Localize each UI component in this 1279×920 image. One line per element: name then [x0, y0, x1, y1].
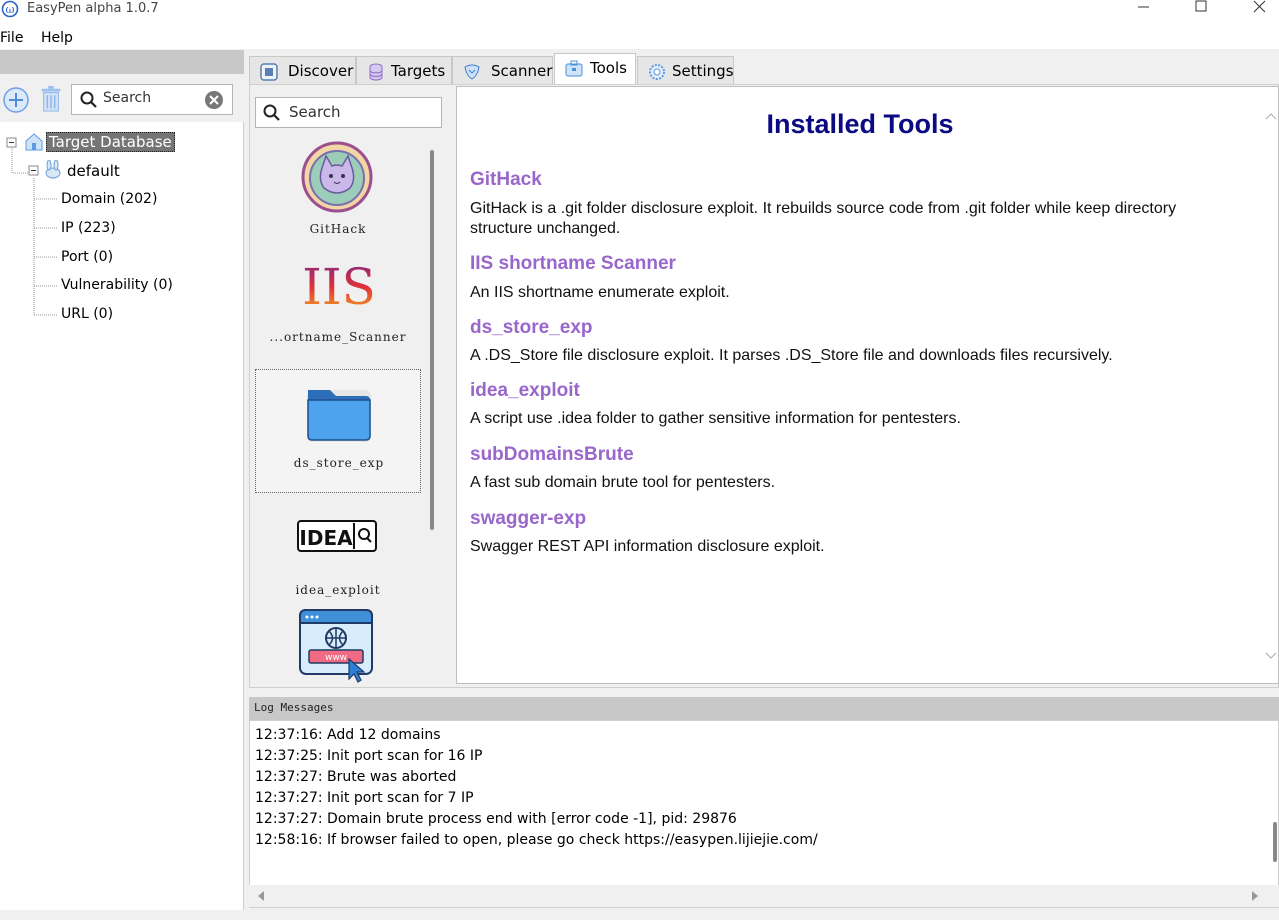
tool-item-ds-store-exp[interactable]: ds_store_exp	[255, 369, 421, 493]
search-icon	[263, 104, 280, 121]
detail-tool-desc-idea: A script use .idea folder to gather sens…	[470, 410, 961, 427]
menu-file[interactable]: File	[0, 29, 23, 47]
log-vertical-scrollbar[interactable]	[1273, 822, 1277, 862]
scroll-down-icon[interactable]	[1265, 651, 1277, 661]
www-browser-icon: www	[299, 609, 373, 683]
maximize-icon[interactable]	[1172, 0, 1232, 20]
scroll-left-icon[interactable]	[257, 891, 265, 901]
detail-tool-desc-iis: An IIS shortname enumerate exploit.	[470, 284, 730, 301]
search-placeholder: Search	[103, 90, 152, 106]
tree-item-url[interactable]: URL (0)	[61, 301, 113, 327]
log-line: 12:37:25: Init port scan for 16 IP	[255, 748, 483, 764]
detail-tool-desc-ds-store: A .DS_Store file disclosure exploit. It …	[470, 347, 1113, 364]
detail-tool-desc-githack: GitHack is a .git folder disclosure expl…	[470, 200, 1177, 237]
log-messages-panel: 12:37:16: Add 12 domains 12:37:25: Init …	[249, 720, 1279, 908]
rabbit-project-icon	[45, 160, 61, 179]
target-search-input[interactable]: Search	[71, 84, 233, 115]
tree-project-default[interactable]: default	[67, 158, 120, 184]
tools-detail-panel: Installed Tools GitHack GitHack is a .gi…	[456, 86, 1279, 684]
add-icon[interactable]	[3, 87, 29, 113]
detail-tool-name-swagger: swagger-exp	[470, 508, 587, 529]
detail-tool-name-iis: IIS shortname Scanner	[470, 253, 676, 274]
discover-icon	[260, 63, 278, 81]
log-line: 12:58:16: If browser failed to open, ple…	[255, 832, 818, 848]
log-line: 12:37:27: Brute was aborted	[255, 769, 457, 785]
clear-search-icon[interactable]	[204, 90, 224, 110]
log-horizontal-scrollbar[interactable]	[249, 885, 1279, 907]
tree-item-domain[interactable]: Domain (202)	[61, 186, 157, 212]
gear-icon	[649, 64, 665, 80]
tab-scanner-label: Scanner	[491, 62, 553, 80]
log-line: 12:37:27: Init port scan for 7 IP	[255, 790, 474, 806]
tree-root-target-database[interactable]: Target Database	[46, 129, 175, 156]
tab-discover[interactable]: Discover	[249, 56, 356, 84]
detail-tool-desc-swagger: Swagger REST API information disclosure …	[470, 538, 825, 555]
minimize-icon[interactable]	[1114, 0, 1174, 20]
tool-name-iis-shortname-scanner: ...ortname_Scanner	[269, 330, 407, 344]
tree-root-label: Target Database	[46, 132, 175, 152]
close-icon[interactable]	[1230, 0, 1279, 20]
tool-item-githack[interactable]: GitHack	[255, 128, 421, 252]
tab-tools-label: Tools	[590, 59, 627, 77]
shield-icon	[464, 64, 480, 80]
detail-tool-name-idea: idea_exploit	[470, 380, 580, 401]
cat-avatar-icon	[301, 141, 373, 213]
tab-discover-label: Discover	[288, 62, 354, 80]
main-tabbar: Discover Targets Scanner Tools Settings	[249, 53, 1279, 85]
window-title: EasyPen alpha 1.0.7	[27, 1, 159, 16]
status-bar	[0, 910, 1279, 920]
idea-logo-icon: IDEA	[297, 520, 377, 552]
tree-item-port[interactable]: Port (0)	[61, 244, 113, 270]
tool-name-idea-exploit: idea_exploit	[295, 583, 381, 597]
tool-item-idea-exploit[interactable]: IDEA idea_exploit	[255, 497, 421, 621]
tools-list: GitHack IIS ...ortname_Scanner ds_store_…	[255, 128, 442, 684]
trash-icon[interactable]	[38, 86, 64, 112]
tool-name-githack: GitHack	[309, 222, 367, 236]
log-line: 12:37:27: Domain brute process end with …	[255, 811, 737, 827]
detail-tool-name-subdomains: subDomainsBrute	[470, 444, 634, 465]
tree-lines	[6, 137, 58, 316]
tab-targets-label: Targets	[391, 62, 446, 80]
detail-tool-desc-subdomains: A fast sub domain brute tool for pentest…	[470, 474, 776, 491]
scroll-up-icon[interactable]	[1265, 111, 1277, 121]
search-icon	[80, 91, 97, 108]
log-line: 12:37:16: Add 12 domains	[255, 727, 441, 743]
tab-scanner[interactable]: Scanner	[452, 56, 553, 84]
svg-text:ω: ω	[6, 3, 15, 16]
toolbox-icon	[565, 60, 583, 77]
tree-item-vulnerability[interactable]: Vulnerability (0)	[61, 272, 173, 298]
menu-bar: File Help	[0, 27, 1279, 49]
title-bar: ω EasyPen alpha 1.0.7	[0, 0, 1279, 27]
home-icon	[25, 133, 43, 151]
menu-help[interactable]: Help	[41, 29, 73, 47]
installed-tools-heading: Installed Tools	[766, 109, 954, 139]
app-logo-icon: ω	[1, 0, 19, 18]
tool-item-iis-shortname-scanner[interactable]: IIS ...ortname_Scanner	[255, 250, 421, 374]
detail-tool-name-ds-store: ds_store_exp	[470, 317, 593, 338]
left-panel-header	[0, 50, 244, 74]
tab-settings[interactable]: Settings	[637, 56, 734, 84]
svg-text:www: www	[325, 653, 347, 663]
svg-text:IDEA: IDEA	[299, 526, 353, 550]
tab-targets[interactable]: Targets	[356, 56, 452, 84]
tab-tools[interactable]: Tools	[554, 53, 636, 85]
tools-search-input[interactable]: Search	[255, 97, 442, 128]
svg-text:IIS: IIS	[302, 258, 376, 310]
tool-item-www-tool[interactable]: www	[255, 605, 421, 684]
database-icon	[369, 63, 383, 81]
tab-settings-label: Settings	[672, 62, 734, 80]
folder-icon	[307, 390, 371, 442]
iis-logo-icon: IIS	[302, 258, 376, 310]
scroll-right-icon[interactable]	[1251, 891, 1259, 901]
tree-item-ip[interactable]: IP (223)	[61, 215, 116, 241]
tools-search-placeholder: Search	[289, 103, 341, 121]
log-panel-header: Log Messages	[249, 697, 1279, 720]
tools-list-scrollbar[interactable]	[430, 150, 434, 530]
tool-name-ds-store-exp: ds_store_exp	[293, 456, 385, 470]
log-panel-title: Log Messages	[254, 701, 334, 714]
detail-tool-name-githack: GitHack	[470, 169, 542, 190]
